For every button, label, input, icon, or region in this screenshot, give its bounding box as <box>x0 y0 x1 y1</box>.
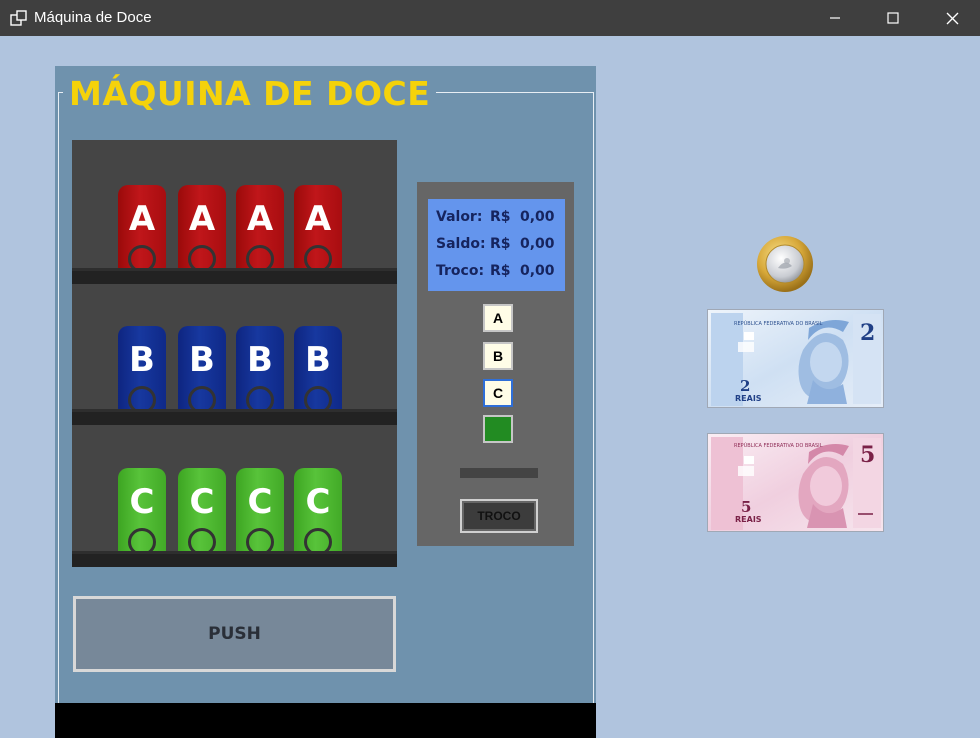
saldo-value: 0,00 <box>520 236 555 252</box>
svg-text:2: 2 <box>860 320 875 346</box>
valor-label: Valor: <box>436 209 483 225</box>
shelf-c: C C C C <box>72 422 397 567</box>
candy-b[interactable]: B <box>178 326 226 414</box>
candy-a[interactable]: A <box>236 185 284 273</box>
shelf-b: B B B B <box>72 281 397 425</box>
select-a-button[interactable]: A <box>483 304 513 332</box>
troco-row: Troco: R$ 0,00 <box>436 261 565 288</box>
window-icon <box>10 9 28 27</box>
balance-display: Valor: R$ 0,00 Saldo: R$ 0,00 Troco: R$ 0,00 <box>428 199 565 291</box>
candy-a[interactable]: A <box>178 185 226 273</box>
svg-text:REAIS: REAIS <box>735 515 762 524</box>
five-reais-note[interactable]: REPÚBLICA FEDERATIVA DO BRASIL 5 5 REAIS <box>707 433 884 532</box>
candy-b[interactable]: B <box>236 326 284 414</box>
shelf-divider <box>72 551 397 567</box>
candy-c[interactable]: C <box>178 468 226 556</box>
valor-row: Valor: R$ 0,00 <box>436 207 565 234</box>
minimize-button[interactable] <box>807 0 863 36</box>
title-bar: Máquina de Doce <box>0 0 980 36</box>
valor-value: 0,00 <box>520 209 555 225</box>
svg-text:5: 5 <box>741 498 751 516</box>
troco-value: 0,00 <box>520 263 555 279</box>
troco-button[interactable]: TROCO <box>460 499 538 533</box>
candy-c[interactable]: C <box>118 468 166 556</box>
troco-label: Troco: <box>436 263 485 279</box>
candy-b[interactable]: B <box>118 326 166 414</box>
confirm-button[interactable] <box>483 415 513 443</box>
close-icon <box>946 12 959 25</box>
saldo-currency: R$ <box>490 236 511 252</box>
product-shelves: A A A A B B B B C C C C <box>72 140 397 567</box>
push-button[interactable]: PUSH <box>73 596 396 672</box>
valor-currency: R$ <box>490 209 511 225</box>
svg-text:REPÚBLICA FEDERATIVA DO BRASIL: REPÚBLICA FEDERATIVA DO BRASIL <box>734 320 823 327</box>
candy-b[interactable]: B <box>294 326 342 414</box>
machine-title: MÁQUINA DE DOCE <box>63 70 437 118</box>
coin-icon <box>756 236 814 297</box>
candy-a[interactable]: A <box>294 185 342 273</box>
select-b-button[interactable]: B <box>483 342 513 370</box>
window-title: Máquina de Doce <box>34 9 152 26</box>
select-c-button[interactable]: C <box>483 379 513 407</box>
candy-c[interactable]: C <box>294 468 342 556</box>
svg-text:REPÚBLICA FEDERATIVA DO BRASIL: REPÚBLICA FEDERATIVA DO BRASIL <box>734 442 823 449</box>
troco-button-label: TROCO <box>464 503 534 529</box>
dispenser-tray <box>55 703 596 738</box>
saldo-row: Saldo: R$ 0,00 <box>436 234 565 261</box>
maximize-button[interactable] <box>865 0 921 36</box>
two-reais-note[interactable]: REPÚBLICA FEDERATIVA DO BRASIL 2 2 REAIS <box>707 309 884 408</box>
candy-c[interactable]: C <box>236 468 284 556</box>
candy-a[interactable]: A <box>118 185 166 273</box>
coin-slot <box>460 468 538 478</box>
saldo-label: Saldo: <box>436 236 486 252</box>
close-button[interactable] <box>924 0 980 36</box>
troco-currency: R$ <box>490 263 511 279</box>
vending-machine: MÁQUINA DE DOCE A A A A B B B B C C C C … <box>55 66 596 738</box>
minimize-icon <box>829 12 841 24</box>
svg-text:5: 5 <box>860 442 875 468</box>
maximize-icon <box>887 12 899 24</box>
shelf-a: A A A A <box>72 140 397 284</box>
one-real-coin[interactable] <box>756 235 814 293</box>
control-panel: Valor: R$ 0,00 Saldo: R$ 0,00 Troco: R$ 0,00 A… <box>417 182 574 546</box>
svg-text:REAIS: REAIS <box>735 394 762 403</box>
svg-text:2: 2 <box>740 377 750 395</box>
